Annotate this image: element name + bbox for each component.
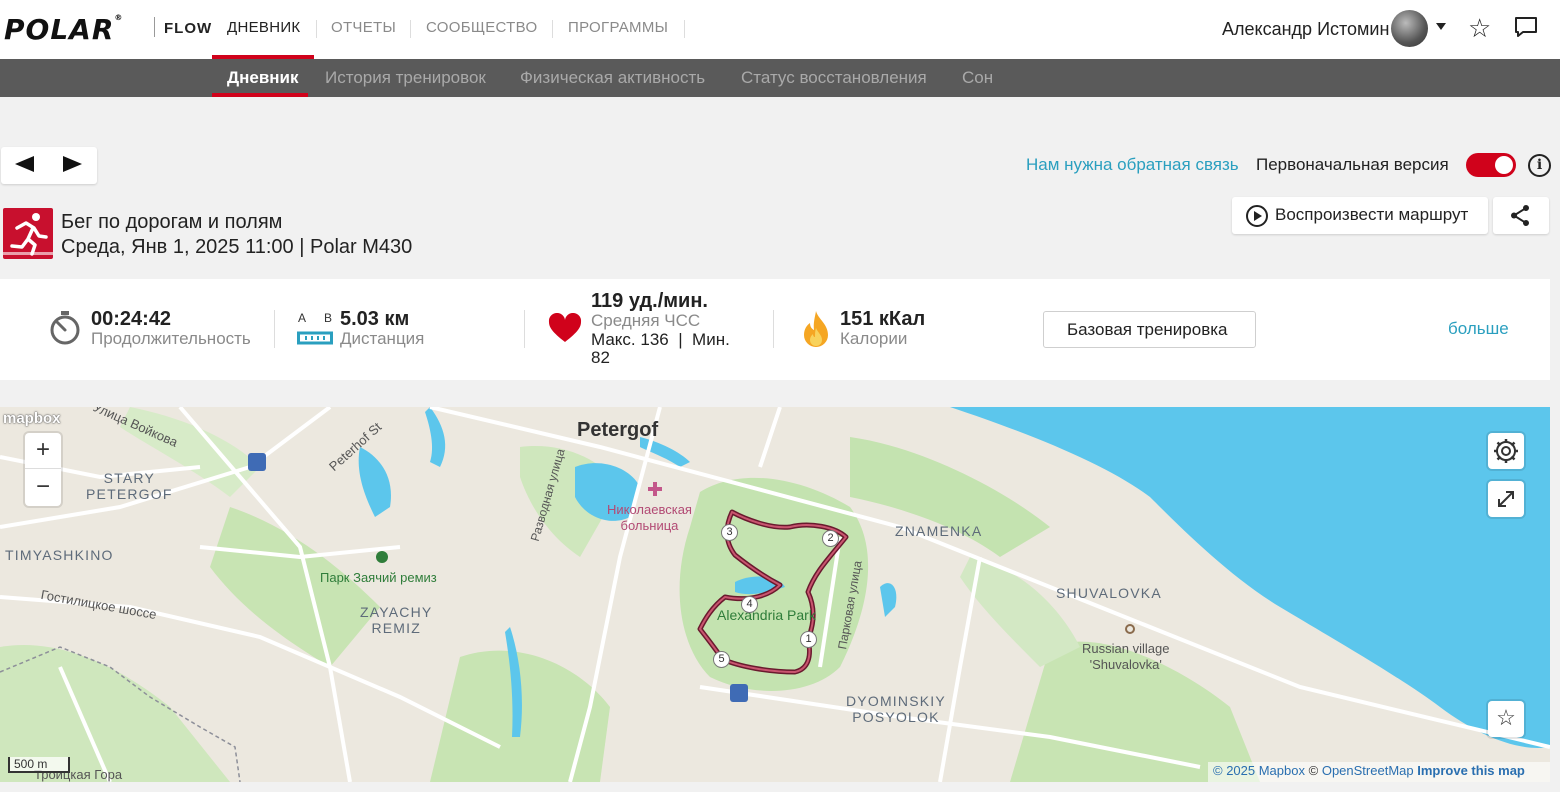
attribution-osm[interactable]: OpenStreetMap bbox=[1322, 763, 1414, 778]
duration-value: 00:24:42 bbox=[91, 308, 172, 330]
route-waypoint[interactable]: 1 bbox=[800, 631, 817, 648]
map-attribution: © 2025 Mapbox © OpenStreetMap Improve th… bbox=[1208, 762, 1550, 782]
map-label-district: TIMYASHKINO bbox=[5, 547, 114, 563]
map-scale: 500 m bbox=[8, 757, 70, 773]
replay-route-label: Воспроизвести маршрут bbox=[1275, 205, 1469, 224]
route-waypoint[interactable]: 3 bbox=[721, 524, 738, 541]
info-icon[interactable]: i bbox=[1528, 154, 1551, 177]
stat-divider bbox=[274, 310, 275, 348]
flame-icon bbox=[804, 311, 828, 347]
logo-divider bbox=[154, 17, 155, 37]
nav-divider bbox=[410, 20, 411, 38]
attribution-copyright: © bbox=[1308, 763, 1319, 778]
subnav-activity[interactable]: Физическая активность bbox=[520, 68, 705, 88]
subnav-training-history[interactable]: История тренировок bbox=[325, 68, 486, 88]
subnav-recovery[interactable]: Статус восстановления bbox=[741, 68, 927, 88]
message-icon[interactable] bbox=[1514, 16, 1538, 38]
prev-next-group bbox=[1, 147, 97, 184]
calories-value: 151 кКал bbox=[840, 308, 926, 330]
prev-arrow-icon[interactable] bbox=[15, 156, 34, 172]
favorite-map-button[interactable]: ☆ bbox=[1488, 701, 1524, 737]
map-label-park: Парк Заячий ремиз bbox=[320, 570, 437, 585]
ruler-icon bbox=[297, 331, 333, 345]
chevron-down-icon[interactable] bbox=[1436, 23, 1446, 30]
sport-title: Бег по дорогам и полям bbox=[61, 211, 283, 233]
feedback-link[interactable]: Нам нужна обратная связь bbox=[1026, 155, 1239, 175]
distance-label: Дистанция bbox=[340, 329, 425, 348]
duration-label: Продолжительность bbox=[91, 329, 251, 348]
mapbox-logo[interactable]: mapbox bbox=[3, 410, 61, 427]
star-icon: ☆ bbox=[1496, 705, 1516, 730]
avg-hr-value: 119 уд./мин. bbox=[591, 290, 708, 312]
distance-b-label: B bbox=[324, 311, 333, 325]
subnav-diary[interactable]: Дневник bbox=[227, 68, 299, 88]
map-label-poi: Russian village 'Shuvalovka' bbox=[1082, 641, 1170, 672]
product-name: FLOW bbox=[164, 20, 213, 37]
training-benefit-button[interactable]: Базовая тренировка bbox=[1043, 311, 1256, 348]
map-label-hospital: Николаевская больница bbox=[607, 502, 692, 533]
zoom-control: + − bbox=[25, 433, 61, 506]
fullscreen-button[interactable] bbox=[1488, 481, 1524, 517]
nav-divider bbox=[684, 20, 685, 38]
registered-mark: ® bbox=[114, 13, 124, 22]
distance-a-label: A bbox=[298, 311, 307, 325]
subnav-sleep[interactable]: Сон bbox=[962, 68, 993, 88]
route-waypoint[interactable]: 4 bbox=[741, 596, 758, 613]
share-button[interactable] bbox=[1493, 197, 1549, 234]
play-icon bbox=[1246, 205, 1268, 227]
map-label-district: DYOMINSKIY POSYOLOK bbox=[846, 693, 946, 725]
share-icon bbox=[1511, 205, 1529, 226]
top-bar: POLAR® FLOW ДНЕВНИК ОТЧЕТЫ СООБЩЕСТВО ПР… bbox=[0, 0, 1560, 59]
hr-min-value: 82 bbox=[591, 348, 610, 367]
nav-divider bbox=[552, 20, 553, 38]
hr-max-min: Макс. 136 | Мин. bbox=[591, 330, 730, 349]
original-version-label: Первоначальная версия bbox=[1256, 155, 1449, 174]
route-waypoint[interactable]: 5 bbox=[713, 651, 730, 668]
attribution-mapbox[interactable]: © 2025 Mapbox bbox=[1213, 763, 1305, 778]
distance-value: 5.03 км bbox=[340, 308, 410, 330]
gear-icon bbox=[1494, 439, 1518, 463]
route-map[interactable]: Petergof Улица Войкова Peterhof St STARY… bbox=[0, 407, 1550, 782]
polar-logo[interactable]: POLAR® bbox=[4, 13, 123, 46]
map-label-petergof: Petergof bbox=[577, 419, 659, 441]
heart-icon bbox=[548, 313, 582, 342]
running-icon bbox=[3, 208, 53, 259]
avatar[interactable] bbox=[1391, 10, 1428, 47]
logo-text: POLAR bbox=[4, 13, 115, 46]
map-label-park: Alexandria Park bbox=[717, 607, 816, 623]
nav-community[interactable]: СООБЩЕСТВО bbox=[426, 19, 537, 36]
subnav-active-indicator bbox=[212, 93, 308, 97]
map-label-district: ZNAMENKA bbox=[895, 523, 983, 539]
stat-divider bbox=[773, 310, 774, 348]
zoom-in-button[interactable]: + bbox=[25, 433, 61, 469]
star-icon[interactable]: ☆ bbox=[1468, 13, 1491, 44]
nav-reports[interactable]: ОТЧЕТЫ bbox=[331, 19, 396, 36]
next-arrow-icon[interactable] bbox=[63, 156, 82, 172]
improve-map-link[interactable]: Improve this map bbox=[1417, 763, 1525, 778]
original-version-toggle[interactable] bbox=[1466, 153, 1516, 177]
map-canvas[interactable] bbox=[0, 407, 1550, 782]
stat-divider bbox=[524, 310, 525, 348]
zoom-out-button[interactable]: − bbox=[25, 470, 61, 506]
expand-icon bbox=[1498, 491, 1514, 507]
sub-navigation: Дневник История тренировок Физическая ак… bbox=[0, 59, 1560, 97]
session-subtitle: Среда, Янв 1, 2025 11:00 | Polar M430 bbox=[61, 236, 413, 258]
nav-programs[interactable]: ПРОГРАММЫ bbox=[568, 19, 668, 36]
avg-hr-label: Средняя ЧСС bbox=[591, 311, 701, 330]
nav-diary[interactable]: ДНЕВНИК bbox=[227, 19, 300, 36]
map-settings-button[interactable] bbox=[1488, 433, 1524, 469]
replay-route-button[interactable]: Воспроизвести маршрут bbox=[1232, 197, 1488, 234]
more-link[interactable]: больше bbox=[1448, 319, 1509, 339]
map-label-district: SHUVALOVKA bbox=[1056, 585, 1162, 601]
stats-panel: 00:24:42 Продолжительность A B 5.03 км Д… bbox=[0, 279, 1550, 380]
map-label-district: STARY PETERGOF bbox=[86, 470, 173, 502]
calories-label: Калории bbox=[840, 329, 908, 348]
training-benefit-label: Базовая тренировка bbox=[1067, 320, 1228, 339]
route-waypoint[interactable]: 2 bbox=[822, 530, 839, 547]
map-label-district: ZAYACHY REMIZ bbox=[360, 604, 433, 636]
user-name[interactable]: Александр Истомин bbox=[1222, 19, 1389, 40]
nav-divider bbox=[316, 20, 317, 38]
stopwatch-icon bbox=[50, 311, 80, 345]
